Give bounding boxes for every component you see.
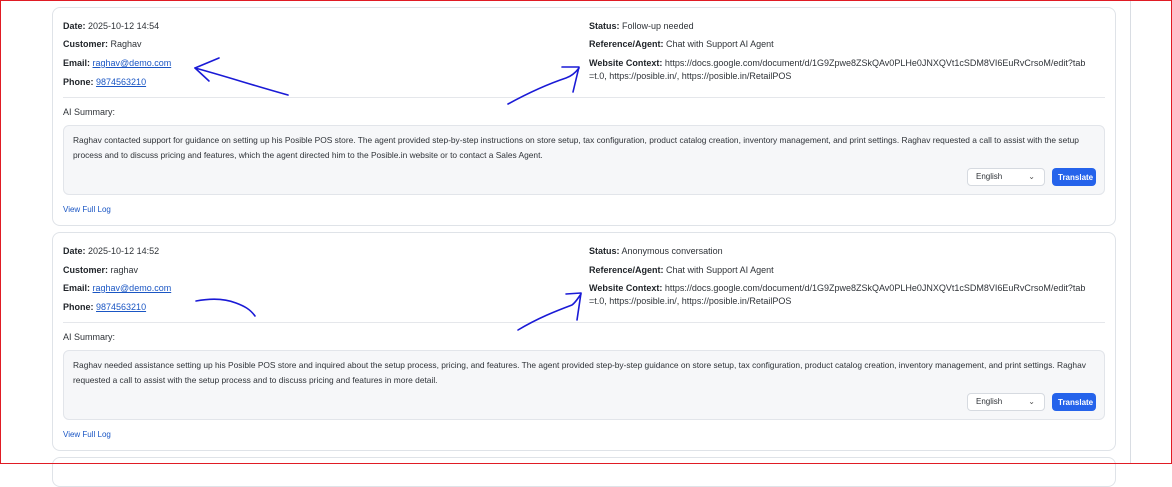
phone-row: Phone: 9874563210	[63, 301, 146, 313]
translate-button[interactable]: Translate	[1052, 168, 1096, 186]
ai-summary-box: Raghav needed assistance setting up his …	[63, 350, 1105, 420]
phone-link[interactable]: 9874563210	[96, 302, 146, 312]
ai-summary-title: AI Summary:	[63, 107, 116, 117]
date-row: Date: 2025-10-12 14:52	[63, 245, 159, 257]
view-full-log-link[interactable]: View Full Log	[63, 430, 111, 439]
ai-summary-text: Raghav needed assistance setting up his …	[73, 360, 1086, 385]
website-context-row: Website Context: https://docs.google.com…	[589, 57, 1089, 83]
reference-agent-row: Reference/Agent: Chat with Support AI Ag…	[589, 264, 774, 276]
language-select-value: English	[976, 397, 1003, 406]
reference-agent-label: Reference/Agent:	[589, 265, 664, 275]
email-label: Email:	[63, 58, 91, 68]
website-context-value: https://docs.google.com/document/d/1G9Zp…	[589, 283, 1086, 306]
reference-agent-row: Reference/Agent: Chat with Support AI Ag…	[589, 38, 774, 50]
status-row: Status: Anonymous conversation	[589, 245, 723, 257]
view-full-log-link[interactable]: View Full Log	[63, 205, 111, 214]
status-value: Follow-up needed	[622, 21, 694, 31]
chevron-down-icon: ⌄	[1028, 397, 1035, 406]
date-label: Date:	[63, 246, 86, 256]
status-label: Status:	[589, 246, 620, 256]
customer-label: Customer:	[63, 39, 109, 49]
website-context-row: Website Context: https://docs.google.com…	[589, 282, 1089, 308]
email-label: Email:	[63, 283, 91, 293]
divider	[63, 322, 1105, 323]
customer-value: raghav	[110, 265, 139, 275]
translate-button[interactable]: Translate	[1052, 393, 1096, 411]
date-value: 2025-10-12 14:52	[88, 246, 160, 256]
conversation-card	[52, 457, 1116, 487]
status-label: Status:	[589, 21, 620, 31]
status-row: Status: Follow-up needed	[589, 20, 694, 32]
conversation-card: Date: 2025-10-12 14:54 Customer: Raghav …	[52, 7, 1116, 226]
customer-row: Customer: Raghav	[63, 38, 142, 50]
reference-agent-value: Chat with Support AI Agent	[666, 265, 774, 275]
ai-summary-box: Raghav contacted support for guidance on…	[63, 125, 1105, 195]
phone-label: Phone:	[63, 302, 94, 312]
scrollbar-track[interactable]	[1130, 0, 1131, 464]
email-link[interactable]: raghav@demo.com	[93, 58, 172, 68]
status-value: Anonymous conversation	[621, 246, 723, 256]
conversation-card: Date: 2025-10-12 14:52 Customer: raghav …	[52, 232, 1116, 451]
date-row: Date: 2025-10-12 14:54	[63, 20, 159, 32]
phone-row: Phone: 9874563210	[63, 76, 146, 88]
language-select[interactable]: English ⌄	[967, 393, 1045, 411]
email-row: Email: raghav@demo.com	[63, 282, 171, 294]
date-value: 2025-10-12 14:54	[88, 21, 160, 31]
email-link[interactable]: raghav@demo.com	[93, 283, 172, 293]
ai-summary-title: AI Summary:	[63, 332, 116, 342]
customer-label: Customer:	[63, 265, 109, 275]
phone-link[interactable]: 9874563210	[96, 77, 146, 87]
date-label: Date:	[63, 21, 86, 31]
website-context-label: Website Context:	[589, 283, 663, 293]
reference-agent-label: Reference/Agent:	[589, 39, 664, 49]
ai-summary-text: Raghav contacted support for guidance on…	[73, 135, 1079, 160]
phone-label: Phone:	[63, 77, 94, 87]
language-select[interactable]: English ⌄	[967, 168, 1045, 186]
divider	[63, 97, 1105, 98]
customer-row: Customer: raghav	[63, 264, 138, 276]
language-select-value: English	[976, 172, 1003, 181]
customer-value: Raghav	[110, 39, 142, 49]
chevron-down-icon: ⌄	[1028, 172, 1035, 181]
website-context-value: https://docs.google.com/document/d/1G9Zp…	[589, 58, 1086, 81]
email-row: Email: raghav@demo.com	[63, 57, 171, 69]
website-context-label: Website Context:	[589, 58, 663, 68]
reference-agent-value: Chat with Support AI Agent	[666, 39, 774, 49]
